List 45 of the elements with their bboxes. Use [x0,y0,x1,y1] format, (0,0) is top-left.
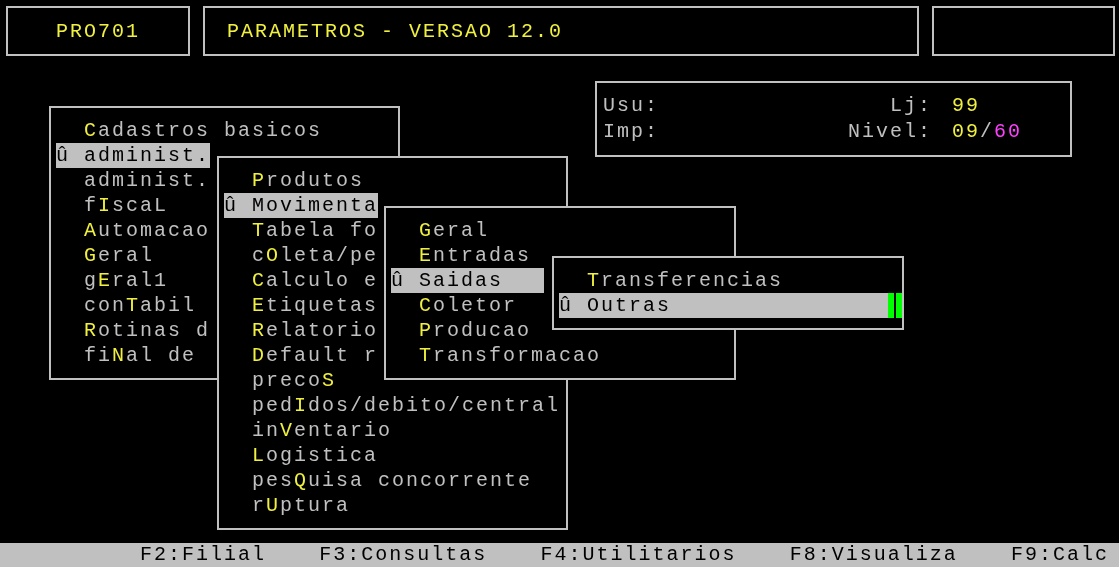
level-label: Nivel: [848,119,932,145]
menu-item[interactable]: cO leta/pe [224,243,379,268]
store-label: Lj: [890,93,932,119]
menu-item[interactable]: Logistica [224,443,379,468]
menu-item[interactable]: û administ. [56,143,210,168]
menu-item[interactable]: fiNal de [56,343,197,368]
menu-item[interactable]: Geral [56,243,155,268]
function-key[interactable]: F9:Calc [1010,543,1109,567]
printer-label: Imp: [603,119,660,145]
menu-item[interactable]: Automacao [56,218,211,243]
menu-item[interactable]: Tabela fo [224,218,379,243]
menu-item[interactable]: Transformacao [391,343,602,368]
menu-item[interactable]: f I scaL [56,193,169,218]
function-key[interactable]: F8:Visualiza [789,543,958,567]
menu-item[interactable]: gE ral1 [56,268,169,293]
menu-item[interactable]: Coletor [391,293,518,318]
program-code-box: PRO701 [6,6,190,56]
screen-title-box: PARAMETROS - VERSAO 12.0 [203,6,919,56]
function-key[interactable]: F3:Consultas [319,543,488,567]
store-value: 99 [952,93,981,119]
menu-item[interactable]: Geral [391,218,490,243]
menu-item[interactable]: û Movimenta [224,193,378,218]
menu-item[interactable]: P rodutos [224,168,365,193]
level-value: 09/60 [952,119,1022,145]
menu-item[interactable]: Relatorio [224,318,379,343]
menu-item[interactable]: Rotinas d [56,318,211,343]
menu-item[interactable]: precoS [224,368,337,393]
menu-item[interactable]: Default r [224,343,379,368]
menu-item[interactable]: administ. [56,168,211,193]
menu-item[interactable]: E tiquetas [224,293,379,318]
menu-item[interactable]: inVentario [224,418,393,443]
function-key[interactable]: F2:Filial [140,543,267,567]
menu-item[interactable]: rUptura [224,493,351,518]
menu-item[interactable]: Calculo e [224,268,379,293]
menu-item[interactable]: Transferencias [559,268,784,293]
function-key[interactable]: F4:Utilitarios [540,543,737,567]
user-label: Usu: [603,93,660,119]
menu-item[interactable]: conTabil [56,293,197,318]
menu-item[interactable]: pesQuisa concorrente [224,468,533,493]
menu-item[interactable]: û Outras [559,293,888,318]
menu-item[interactable]: P roducao [391,318,532,343]
menu-item[interactable]: ped I dos/debito/central [224,393,561,418]
menu-item[interactable]: Entradas [391,243,532,268]
menu-item[interactable]: û Saidas [391,268,544,293]
menu-item[interactable]: Cadastros basicos [56,118,323,143]
